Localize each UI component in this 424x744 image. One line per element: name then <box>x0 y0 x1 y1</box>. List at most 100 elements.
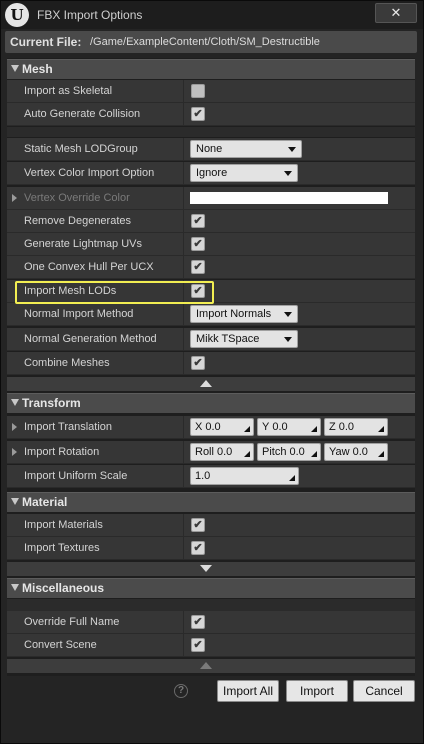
unreal-logo-icon: U <box>5 3 29 27</box>
vertex-color-import-option-label: Vertex Color Import Option <box>24 167 155 179</box>
column-divider[interactable] <box>183 80 184 102</box>
section-header-material[interactable]: Material <box>7 492 415 512</box>
drag-handle-icon <box>378 426 384 432</box>
vertex-color-import-option-value: Ignore <box>196 167 228 179</box>
cancel-button[interactable]: Cancel <box>353 680 415 702</box>
translation-y-field[interactable]: Y 0.0 <box>257 418 321 436</box>
row-one-convex-hull-per-ucx: One Convex Hull Per UCX ✔ <box>7 256 415 279</box>
column-divider[interactable] <box>183 103 184 125</box>
fbx-import-window: U FBX Import Options ✕ Current File: /Ga… <box>0 0 424 744</box>
row-import-materials: Import Materials ✔ <box>7 514 415 537</box>
row-static-mesh-lodgroup: Static Mesh LODGroup None <box>7 138 415 161</box>
section-header-miscellaneous[interactable]: Miscellaneous <box>7 578 415 598</box>
expand-advanced-icon[interactable] <box>200 565 212 572</box>
collapse-arrow-icon[interactable] <box>11 399 19 406</box>
drag-handle-icon <box>244 426 250 432</box>
column-divider[interactable] <box>183 537 184 559</box>
generate-lightmap-uvs-checkbox[interactable]: ✔ <box>191 237 205 251</box>
generate-lightmap-uvs-label: Generate Lightmap UVs <box>24 238 143 250</box>
collapse-arrow-icon[interactable] <box>11 584 19 591</box>
normal-generation-method-label: Normal Generation Method <box>24 333 157 345</box>
convert-scene-checkbox[interactable]: ✔ <box>191 638 205 652</box>
column-divider[interactable] <box>183 634 184 656</box>
section-header-mesh[interactable]: Mesh <box>7 59 415 79</box>
import-as-skeletal-checkbox[interactable]: ✔ <box>191 84 205 98</box>
column-divider[interactable] <box>183 611 184 633</box>
help-icon[interactable]: ? <box>174 684 188 698</box>
static-mesh-lodgroup-dropdown[interactable]: None <box>190 140 302 158</box>
mesh-advanced-toggle[interactable] <box>7 377 415 391</box>
override-full-name-label: Override Full Name <box>24 616 120 628</box>
section-title-mesh: Mesh <box>22 62 53 76</box>
highlight-box-import-mesh-lods <box>15 281 214 304</box>
row-combine-meshes: Combine Meshes ✔ <box>7 352 415 375</box>
one-convex-hull-per-ucx-checkbox[interactable]: ✔ <box>191 260 205 274</box>
expand-arrow-icon[interactable] <box>12 448 17 456</box>
import-textures-checkbox[interactable]: ✔ <box>191 541 205 555</box>
row-vertex-override-color: Vertex Override Color <box>7 187 415 210</box>
combine-meshes-checkbox[interactable]: ✔ <box>191 356 205 370</box>
section-title-miscellaneous: Miscellaneous <box>22 581 105 595</box>
row-import-textures: Import Textures ✔ <box>7 537 415 560</box>
row-override-full-name: Override Full Name ✔ <box>7 611 415 634</box>
column-divider[interactable] <box>183 256 184 278</box>
row-import-rotation: Import Rotation Roll 0.0 Pitch 0.0 Yaw 0.0 <box>7 441 415 464</box>
row-convert-scene: Convert Scene ✔ <box>7 634 415 657</box>
normal-generation-method-dropdown[interactable]: Mikk TSpace <box>190 330 298 348</box>
one-convex-hull-per-ucx-label: One Convex Hull Per UCX <box>24 261 154 273</box>
import-materials-label: Import Materials <box>24 519 103 531</box>
vertex-override-color-swatch[interactable] <box>190 192 388 204</box>
column-divider[interactable] <box>183 416 184 438</box>
row-normal-import-method: Normal Import Method Import Normals <box>7 303 415 326</box>
uniform-scale-field[interactable]: 1.0 <box>190 467 299 485</box>
column-divider[interactable] <box>183 328 184 350</box>
column-divider[interactable] <box>183 138 184 160</box>
row-remove-degenerates: Remove Degenerates ✔ <box>7 210 415 233</box>
override-full-name-checkbox[interactable]: ✔ <box>191 615 205 629</box>
import-button[interactable]: Import <box>286 680 348 702</box>
chevron-down-icon <box>288 147 296 152</box>
rotation-pitch-field[interactable]: Pitch 0.0 <box>257 443 321 461</box>
auto-generate-collision-checkbox[interactable]: ✔ <box>191 107 205 121</box>
row-normal-generation-method: Normal Generation Method Mikk TSpace <box>7 328 415 351</box>
translation-x-field[interactable]: X 0.0 <box>190 418 254 436</box>
column-divider[interactable] <box>183 441 184 463</box>
row-auto-generate-collision: Auto Generate Collision ✔ <box>7 103 415 126</box>
misc-advanced-toggle[interactable] <box>7 659 415 673</box>
column-divider[interactable] <box>183 187 184 209</box>
section-header-transform[interactable]: Transform <box>7 393 415 413</box>
column-divider[interactable] <box>183 303 184 325</box>
import-materials-checkbox[interactable]: ✔ <box>191 518 205 532</box>
section-title-material: Material <box>22 495 68 509</box>
collapse-advanced-icon[interactable] <box>200 380 212 387</box>
static-mesh-lodgroup-value: None <box>196 143 223 155</box>
row-vertex-color-import-option: Vertex Color Import Option Ignore <box>7 162 415 185</box>
expand-arrow-icon[interactable] <box>12 194 17 202</box>
chevron-down-icon <box>284 171 292 176</box>
column-divider[interactable] <box>183 210 184 232</box>
remove-degenerates-checkbox[interactable]: ✔ <box>191 214 205 228</box>
combine-meshes-label: Combine Meshes <box>24 357 110 369</box>
row-import-as-skeletal: Import as Skeletal ✔ <box>7 80 415 103</box>
close-button[interactable]: ✕ <box>375 3 417 23</box>
import-all-button[interactable]: Import All <box>217 680 279 702</box>
collapse-advanced-icon[interactable] <box>200 662 212 669</box>
column-divider[interactable] <box>183 233 184 255</box>
translation-z-field[interactable]: Z 0.0 <box>324 418 388 436</box>
vertex-color-import-option-dropdown[interactable]: Ignore <box>190 164 298 182</box>
column-divider[interactable] <box>183 162 184 184</box>
import-uniform-scale-label: Import Uniform Scale <box>24 470 128 482</box>
normal-import-method-label: Normal Import Method <box>24 308 134 320</box>
import-translation-label: Import Translation <box>24 421 113 433</box>
expand-arrow-icon[interactable] <box>12 423 17 431</box>
collapse-arrow-icon[interactable] <box>11 498 19 505</box>
rotation-roll-field[interactable]: Roll 0.0 <box>190 443 254 461</box>
column-divider[interactable] <box>183 352 184 374</box>
collapse-arrow-icon[interactable] <box>11 65 19 72</box>
column-divider[interactable] <box>183 465 184 487</box>
material-advanced-toggle[interactable] <box>7 562 415 576</box>
column-divider[interactable] <box>183 514 184 536</box>
normal-import-method-value: Import Normals <box>196 308 272 320</box>
rotation-yaw-field[interactable]: Yaw 0.0 <box>324 443 388 461</box>
normal-import-method-dropdown[interactable]: Import Normals <box>190 305 298 323</box>
